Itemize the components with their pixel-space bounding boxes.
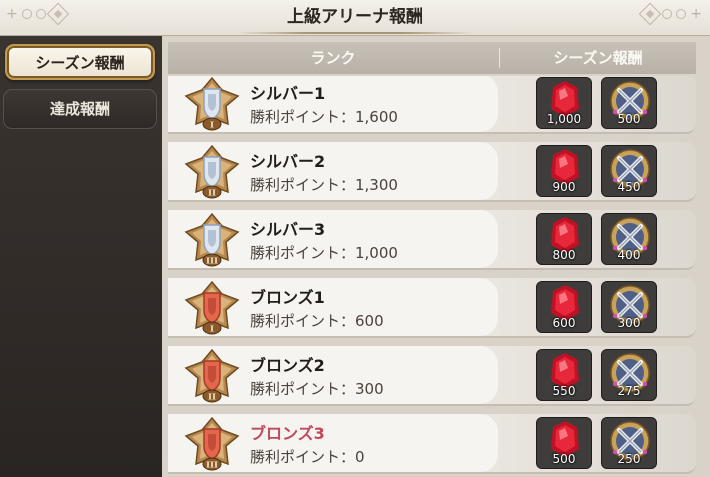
- rank-name: ブロンズ3: [250, 424, 325, 443]
- sidebar: シーズン報酬 達成報酬: [0, 36, 162, 477]
- rank-row[interactable]: III ブロンズ3 勝利ポイント：0 500 250: [168, 414, 696, 474]
- rank-name: シルバー3: [250, 220, 326, 239]
- reward-item-medal[interactable]: 500: [601, 77, 657, 129]
- reward-quantity: 500: [617, 112, 641, 126]
- rewards-panel: ランク シーズン報酬 I シルバー1 勝利ポイント：1,600 1,000 50…: [162, 36, 710, 477]
- victory-points: 勝利ポイント：1,000: [250, 244, 398, 262]
- reward-items: 1,000 500: [536, 77, 657, 129]
- column-header-rank: ランク: [310, 49, 356, 67]
- reward-item-medal[interactable]: 275: [601, 349, 657, 401]
- rank-row[interactable]: II ブロンズ2 勝利ポイント：300 550 275: [168, 346, 696, 406]
- rank-row[interactable]: II シルバー2 勝利ポイント：1,300 900 450: [168, 142, 696, 202]
- victory-points: 勝利ポイント：600: [250, 312, 384, 330]
- rank-row[interactable]: III シルバー3 勝利ポイント：1,000 800 400: [168, 210, 696, 270]
- reward-item-medal[interactable]: 250: [601, 417, 657, 469]
- reward-item-medal[interactable]: 300: [601, 281, 657, 333]
- reward-quantity: 900: [552, 180, 576, 194]
- reward-quantity: 300: [617, 316, 641, 330]
- victory-points: 勝利ポイント：1,600: [250, 108, 398, 126]
- title-ornament-right: +: [638, 2, 702, 26]
- reward-item-gem[interactable]: 1,000: [536, 77, 592, 129]
- reward-item-medal[interactable]: 400: [601, 213, 657, 265]
- svg-text:III: III: [206, 257, 218, 267]
- svg-text:I: I: [210, 325, 214, 335]
- tab-season-rewards[interactable]: シーズン報酬: [5, 44, 155, 80]
- reward-item-gem[interactable]: 600: [536, 281, 592, 333]
- reward-items: 550 275: [536, 349, 657, 401]
- rank-name: ブロンズ2: [250, 356, 325, 375]
- rank-emblem-icon: III: [182, 212, 242, 268]
- reward-item-gem[interactable]: 500: [536, 417, 592, 469]
- reward-items: 500 250: [536, 417, 657, 469]
- reward-items: 800 400: [536, 213, 657, 265]
- title-underline: [236, 32, 474, 34]
- victory-points: 勝利ポイント：300: [250, 380, 384, 398]
- reward-item-gem[interactable]: 900: [536, 145, 592, 197]
- column-header-season-reward: シーズン報酬: [553, 49, 643, 67]
- reward-item-gem[interactable]: 550: [536, 349, 592, 401]
- victory-points: 勝利ポイント：1,300: [250, 176, 398, 194]
- rank-name: シルバー1: [250, 84, 326, 103]
- table-header: ランク シーズン報酬: [168, 42, 696, 74]
- rank-name: ブロンズ1: [250, 288, 325, 307]
- svg-text:II: II: [208, 393, 216, 403]
- reward-quantity: 450: [617, 180, 641, 194]
- rank-emblem-icon: II: [182, 144, 242, 200]
- title-bar: + 上級アリーナ報酬 +: [0, 0, 710, 36]
- reward-quantity: 400: [617, 248, 641, 262]
- reward-item-medal[interactable]: 450: [601, 145, 657, 197]
- reward-items: 600 300: [536, 281, 657, 333]
- tab-achievement-rewards[interactable]: 達成報酬: [3, 89, 157, 129]
- reward-item-gem[interactable]: 800: [536, 213, 592, 265]
- rank-list[interactable]: I シルバー1 勝利ポイント：1,600 1,000 500 II シルバー2 …: [168, 76, 696, 477]
- reward-quantity: 250: [617, 452, 641, 466]
- reward-quantity: 1,000: [546, 112, 582, 126]
- reward-quantity: 275: [617, 384, 641, 398]
- rank-row[interactable]: I ブロンズ1 勝利ポイント：600 600 300: [168, 278, 696, 338]
- svg-text:I: I: [210, 121, 214, 131]
- rank-emblem-icon: I: [182, 76, 242, 132]
- rank-emblem-icon: II: [182, 348, 242, 404]
- svg-text:II: II: [208, 189, 216, 199]
- reward-quantity: 550: [552, 384, 576, 398]
- reward-quantity: 800: [552, 248, 576, 262]
- reward-items: 900 450: [536, 145, 657, 197]
- page-title: 上級アリーナ報酬: [287, 7, 423, 27]
- rank-name: シルバー2: [250, 152, 326, 171]
- rank-emblem-icon: III: [182, 416, 242, 472]
- svg-text:III: III: [206, 461, 218, 471]
- victory-points: 勝利ポイント：0: [250, 448, 365, 466]
- reward-quantity: 500: [552, 452, 576, 466]
- rank-emblem-icon: I: [182, 280, 242, 336]
- rank-row[interactable]: I シルバー1 勝利ポイント：1,600 1,000 500: [168, 76, 696, 134]
- reward-quantity: 600: [552, 316, 576, 330]
